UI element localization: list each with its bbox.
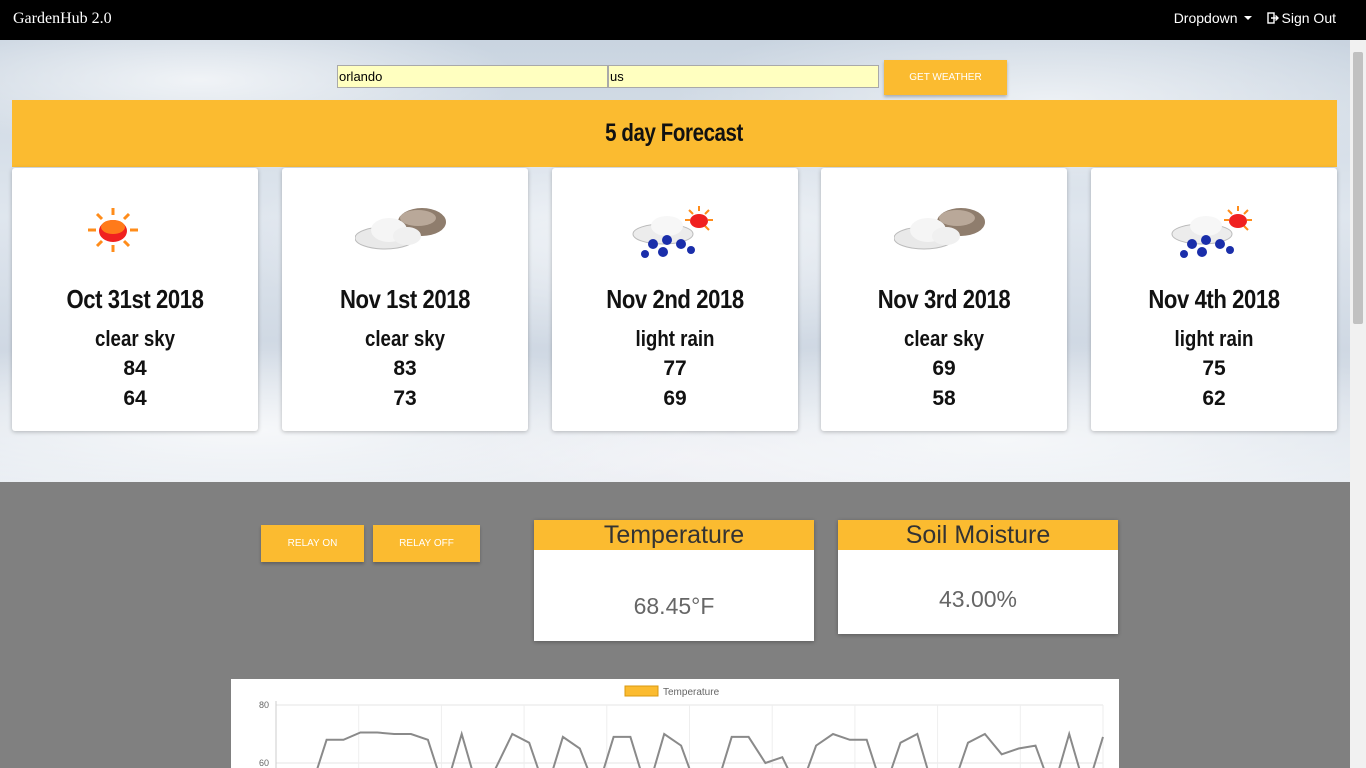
forecast-high: 77 [663,357,687,380]
navbar: GardenHub 2.0 Dropdown Sign Out [0,0,1366,40]
forecast-description: clear sky [94,326,176,351]
soil-moisture-title: Soil Moisture [838,520,1118,550]
sign-out-label: Sign Out [1281,10,1336,26]
forecast-card: Nov 2nd 2018 light rain 77 69 [552,168,798,431]
scrollbar-thumb[interactable] [1353,52,1363,324]
forecast-low: 58 [932,387,956,410]
forecast-date: Oct 31st 2018 [66,284,204,314]
forecast-card: Nov 3rd 2018 clear sky 69 58 [821,168,1067,431]
relay-off-button[interactable]: RELAY OFF [373,525,480,562]
caret-down-icon [1243,16,1252,20]
legend-label: Temperature [663,687,720,698]
dropdown-label: Dropdown [1173,10,1238,26]
forecast-low: 64 [123,387,147,410]
forecast-high: 84 [123,357,147,380]
temperature-chart-svg: Temperature 80 60 [259,685,1104,768]
forecast-card: Oct 31st 2018 clear sky 84 64 [12,168,258,431]
forecast-description: light rain [635,326,715,351]
temperature-chart: Temperature 80 60 [231,679,1119,768]
forecast-card: Nov 1st 2018 clear sky 83 73 [282,168,528,431]
dropdown-menu[interactable]: Dropdown [1174,10,1252,26]
rain-sun-icon [632,206,713,258]
forecast-title: 5 day Forecast [605,119,744,147]
forecast-high: 83 [393,357,417,380]
relay-on-button[interactable]: RELAY ON [261,525,364,562]
forecast-description: clear sky [364,326,446,351]
temperature-card: Temperature 68.45°F [534,520,814,641]
rain-sun-icon [1171,206,1252,258]
cloud-moon-icon [894,208,985,250]
temperature-title: Temperature [534,520,814,550]
forecast-date: Nov 4th 2018 [1148,284,1280,314]
sign-out-link[interactable]: Sign Out [1266,10,1336,26]
forecast-date: Nov 2nd 2018 [606,284,744,314]
forecast-low: 69 [663,387,687,410]
forecast-high: 69 [932,357,956,380]
scrollbar[interactable] [1350,40,1366,768]
forecast-date: Nov 1st 2018 [339,284,471,314]
forecast-card: Nov 4th 2018 light rain 75 62 [1091,168,1337,431]
forecast-low: 73 [393,387,417,410]
sun-icon [88,208,138,252]
legend-swatch [624,685,659,697]
city-input[interactable] [337,65,608,88]
forecast-description: light rain [1174,326,1254,351]
brand-title[interactable]: GardenHub 2.0 [13,10,112,28]
nav-right: Dropdown Sign Out [1174,10,1336,26]
forecast-low: 62 [1202,387,1226,410]
sign-out-icon [1266,12,1279,24]
soil-moisture-card: Soil Moisture 43.00% [838,520,1118,634]
get-weather-button[interactable]: GET WEATHER [884,60,1007,95]
cloud-moon-icon [355,208,446,250]
country-input[interactable] [608,65,879,88]
forecast-header: 5 day Forecast [12,100,1337,167]
y-tick-label: 60 [259,758,269,768]
soil-moisture-value: 43.00% [938,586,1017,612]
forecast-description: clear sky [903,326,985,351]
y-tick-label: 80 [259,700,269,710]
temperature-value: 68.45°F [633,593,715,619]
forecast-date: Nov 3rd 2018 [877,284,1011,314]
forecast-high: 75 [1202,357,1226,380]
